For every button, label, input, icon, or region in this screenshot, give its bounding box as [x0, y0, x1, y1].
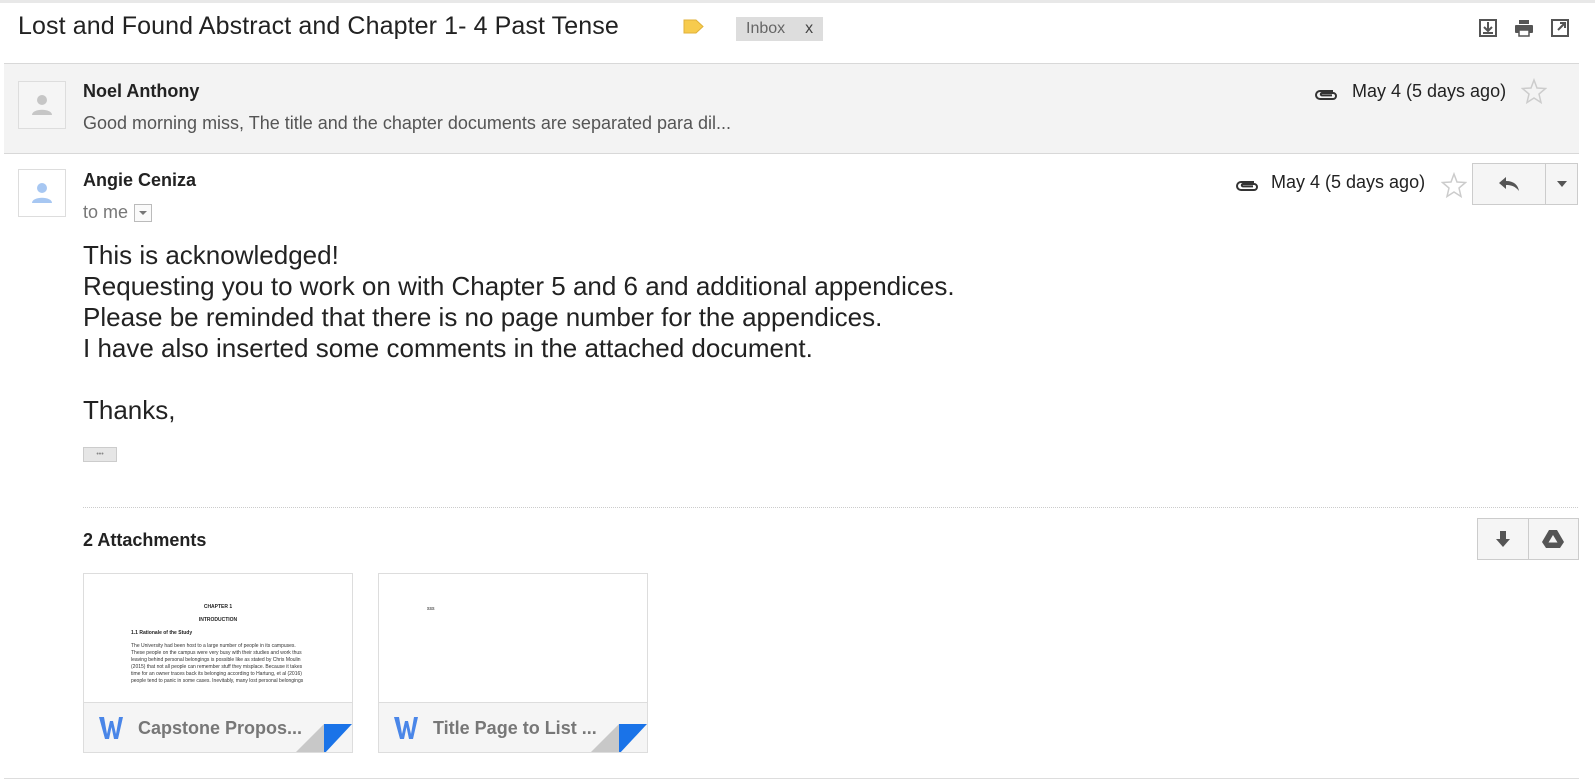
attachment-filename: Capstone Propos... [138, 718, 303, 738]
remove-label-button[interactable]: x [805, 17, 813, 41]
preview-text: The University had been host to a large … [131, 643, 321, 685]
inbox-label: Inbox [746, 20, 786, 37]
recipient-label: to me [83, 202, 129, 222]
bottom-divider [4, 778, 1579, 779]
star-icon[interactable] [1441, 172, 1467, 198]
attachment-card[interactable]: CHAPTER 1 INTRODUCTION 1.1 Rationale of … [83, 573, 353, 753]
attachment-actions [1477, 518, 1579, 560]
person-icon [32, 183, 52, 203]
attachment-icon [1315, 90, 1337, 100]
download-all-button[interactable] [1478, 519, 1528, 559]
body-blank-line [83, 364, 955, 395]
download-icon[interactable] [1477, 17, 1499, 39]
preview-line: (2015) that not all people can remember … [131, 664, 303, 670]
avatar [18, 169, 66, 217]
body-line: I have also inserted some comments in th… [83, 333, 813, 363]
chevron-down-icon [1556, 181, 1567, 187]
sender-name: Noel Anthony [83, 81, 200, 101]
label-tag-icon[interactable] [682, 19, 704, 34]
attachment-card[interactable]: sss Title Page to List ... [378, 573, 648, 753]
preview-subheading: INTRODUCTION [198, 617, 238, 623]
person-icon [32, 95, 52, 115]
preview-text: sss [427, 606, 435, 612]
word-doc-icon [99, 717, 123, 739]
attachment-footer: Capstone Propos... [84, 702, 352, 752]
attachments-divider [83, 507, 1578, 508]
recipient-summary: to me [83, 202, 153, 223]
preview-line: leaving behind personal belongings is po… [131, 657, 301, 663]
download-icon [1495, 531, 1510, 547]
attachment-icon [1236, 181, 1258, 191]
inbox-label-chip: Inbox x [736, 17, 824, 41]
preview-heading: CHAPTER 1 [203, 604, 233, 610]
message-snippet: Good morning miss, The title and the cha… [83, 113, 732, 133]
preview-line: These people on the campus were very bus… [131, 650, 302, 656]
google-drive-icon [1542, 530, 1565, 548]
message-date: May 4 (5 days ago) [1352, 81, 1507, 101]
body-line: Requesting you to work on with Chapter 5… [83, 271, 955, 301]
print-icon[interactable] [1513, 17, 1535, 39]
open-in-new-window-icon[interactable] [1549, 17, 1571, 39]
reply-button[interactable] [1473, 164, 1545, 204]
reply-button-group [1472, 163, 1578, 205]
file-corner-fold-icon [591, 724, 647, 752]
attachment-preview: sss [379, 574, 647, 702]
show-trimmed-content-button[interactable]: ••• [83, 447, 117, 462]
word-doc-icon [394, 717, 418, 739]
message-body: This is acknowledged! Requesting you to … [83, 240, 955, 426]
collapsed-message[interactable]: Noel Anthony Good morning miss, The titl… [4, 63, 1579, 154]
message-date: May 4 (5 days ago) [1271, 172, 1426, 192]
star-icon[interactable] [1521, 78, 1547, 104]
body-line: Thanks, [83, 395, 176, 425]
attachment-footer: Title Page to List ... [379, 702, 647, 752]
attachment-preview: CHAPTER 1 INTRODUCTION 1.1 Rationale of … [84, 574, 352, 702]
attachment-filename: Title Page to List ... [433, 718, 597, 738]
preview-line: time for an owner traces back its belong… [131, 671, 302, 677]
preview-line: people tend to panic in some cases. Inev… [131, 678, 304, 684]
avatar [18, 81, 66, 129]
sender-name: Angie Ceniza [83, 170, 197, 190]
save-to-drive-button[interactable] [1527, 519, 1579, 559]
reply-icon [1499, 177, 1519, 191]
more-actions-button[interactable] [1545, 164, 1577, 204]
show-details-button[interactable] [134, 203, 153, 222]
body-line: Please be reminded that there is no page… [83, 302, 883, 332]
file-corner-fold-icon [296, 724, 352, 752]
attachments-title: 2 Attachments [83, 530, 207, 550]
thread-actions [1477, 17, 1571, 39]
chevron-down-icon [139, 210, 148, 215]
preview-section: 1.1 Rationale of the Study [131, 630, 193, 636]
body-line: This is acknowledged! [83, 240, 339, 270]
preview-line: The University had been host to a large … [131, 643, 296, 649]
thread-subject: Lost and Found Abstract and Chapter 1- 4… [18, 12, 619, 40]
ellipsis-icon: ••• [96, 451, 104, 458]
top-divider [0, 0, 1595, 3]
